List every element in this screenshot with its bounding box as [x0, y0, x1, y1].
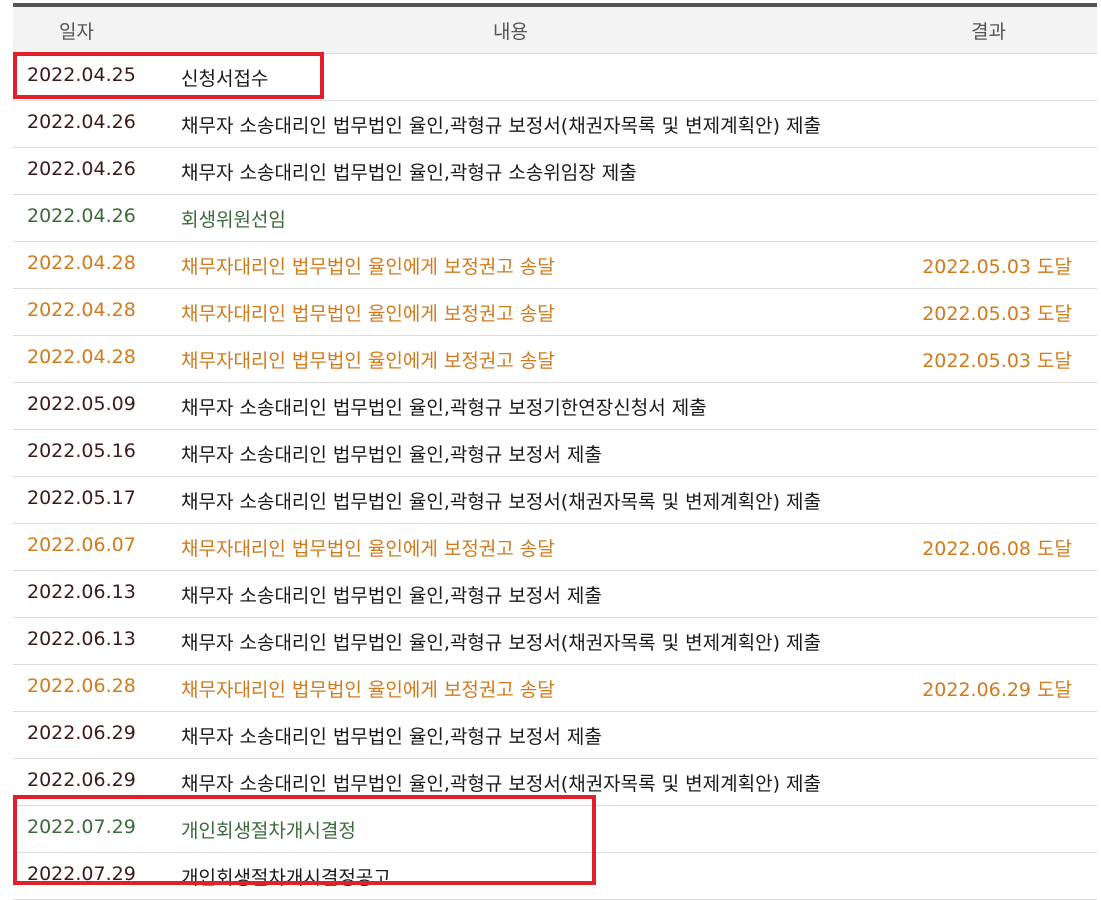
table-header: 일자 내용 결과	[13, 7, 1097, 54]
table-row: 2022.05.09 채무자 소송대리인 법무법인 율인,곽형규 보정기한연장신청…	[13, 383, 1097, 430]
row-date: 2022.04.28	[27, 299, 136, 321]
table-row: 2022.05.16 채무자 소송대리인 법무법인 율인,곽형규 보정서 제출	[13, 430, 1097, 477]
table-row: 2022.06.28 채무자대리인 법무법인 율인에게 보정권고 송달 2022.0…	[13, 665, 1097, 712]
header-date: 일자	[59, 21, 94, 43]
row-date: 2022.06.13	[27, 581, 136, 603]
table-row: 2022.06.29 채무자 소송대리인 법무법인 율인,곽형규 보정서(채권자목…	[13, 759, 1097, 806]
row-date: 2022.04.26	[27, 111, 136, 133]
table-row: 2022.06.29 채무자 소송대리인 법무법인 율인,곽형규 보정서 제출	[13, 712, 1097, 759]
row-content: 채무자 소송대리인 법무법인 율인,곽형규 소송위임장 제출	[181, 162, 637, 184]
row-result: 2022.06.08 도달	[922, 538, 1072, 560]
row-date: 2022.06.07	[27, 534, 136, 556]
row-date: 2022.07.29	[27, 816, 136, 838]
row-date: 2022.06.13	[27, 628, 136, 650]
table-row: 2022.04.26 채무자 소송대리인 법무법인 율인,곽형규 소송위임장 제출	[13, 148, 1097, 195]
row-content: 채무자 소송대리인 법무법인 율인,곽형규 보정서 제출	[181, 444, 602, 466]
row-content: 채무자 소송대리인 법무법인 율인,곽형규 보정서(채권자목록 및 변제계획안)…	[181, 115, 821, 137]
row-content: 개인회생절차개시결정	[181, 820, 356, 842]
header-result: 결과	[971, 21, 1006, 43]
row-content: 채무자 소송대리인 법무법인 율인,곽형규 보정서(채권자목록 및 변제계획안)…	[181, 491, 821, 513]
table-row: 2022.04.26 채무자 소송대리인 법무법인 율인,곽형규 보정서(채권자목…	[13, 101, 1097, 148]
table-row: 2022.04.28 채무자대리인 법무법인 율인에게 보정권고 송달 2022.0…	[13, 242, 1097, 289]
row-result: 2022.05.03 도달	[922, 303, 1072, 325]
row-content: 채무자대리인 법무법인 율인에게 보정권고 송달	[181, 350, 555, 372]
table-row: 2022.06.13 채무자 소송대리인 법무법인 율인,곽형규 보정서 제출	[13, 571, 1097, 618]
row-date: 2022.04.26	[27, 205, 136, 227]
table-row: 2022.07.29 개인회생절차개시결정공고	[13, 853, 1097, 900]
header-content: 내용	[493, 21, 528, 43]
row-content: 채무자대리인 법무법인 율인에게 보정권고 송달	[181, 303, 555, 325]
table-row: 2022.04.28 채무자대리인 법무법인 율인에게 보정권고 송달 2022.0…	[13, 289, 1097, 336]
row-date: 2022.04.28	[27, 252, 136, 274]
row-content: 회생위원선임	[181, 209, 286, 231]
row-result: 2022.05.03 도달	[922, 350, 1072, 372]
row-date: 2022.06.29	[27, 769, 136, 791]
row-result: 2022.05.03 도달	[922, 256, 1072, 278]
table-row: 2022.05.17 채무자 소송대리인 법무법인 율인,곽형규 보정서(채권자목…	[13, 477, 1097, 524]
row-date: 2022.04.26	[27, 158, 136, 180]
table-row: 2022.04.28 채무자대리인 법무법인 율인에게 보정권고 송달 2022.0…	[13, 336, 1097, 383]
table-row: 2022.07.29 개인회생절차개시결정	[13, 806, 1097, 853]
row-date: 2022.05.16	[27, 440, 136, 462]
row-content: 개인회생절차개시결정공고	[181, 867, 391, 889]
table-body: 2022.04.25 신청서접수 2022.04.26 채무자 소송대리인 법무법인 …	[13, 54, 1097, 900]
row-date: 2022.05.09	[27, 393, 136, 415]
row-result: 2022.06.29 도달	[922, 679, 1072, 701]
row-date: 2022.05.17	[27, 487, 136, 509]
row-content: 채무자 소송대리인 법무법인 율인,곽형규 보정서 제출	[181, 726, 602, 748]
row-date: 2022.04.25	[27, 64, 136, 86]
row-content: 채무자대리인 법무법인 율인에게 보정권고 송달	[181, 679, 555, 701]
row-date: 2022.07.29	[27, 863, 136, 885]
table-row: 2022.06.13 채무자 소송대리인 법무법인 율인,곽형규 보정서(채권자목…	[13, 618, 1097, 665]
row-content: 채무자 소송대리인 법무법인 율인,곽형규 보정서 제출	[181, 585, 602, 607]
row-date: 2022.04.28	[27, 346, 136, 368]
row-date: 2022.06.28	[27, 675, 136, 697]
table-row: 2022.04.26 회생위원선임	[13, 195, 1097, 242]
row-content: 채무자 소송대리인 법무법인 율인,곽형규 보정서(채권자목록 및 변제계획안)…	[181, 632, 821, 654]
row-date: 2022.06.29	[27, 722, 136, 744]
row-content: 채무자 소송대리인 법무법인 율인,곽형규 보정기한연장신청서 제출	[181, 397, 707, 419]
table-row: 2022.04.25 신청서접수	[13, 54, 1097, 101]
row-content: 채무자대리인 법무법인 율인에게 보정권고 송달	[181, 256, 555, 278]
row-content: 신청서접수	[181, 68, 269, 90]
row-content: 채무자대리인 법무법인 율인에게 보정권고 송달	[181, 538, 555, 560]
table-row: 2022.06.07 채무자대리인 법무법인 율인에게 보정권고 송달 2022.0…	[13, 524, 1097, 571]
row-content: 채무자 소송대리인 법무법인 율인,곽형규 보정서(채권자목록 및 변제계획안)…	[181, 773, 821, 795]
